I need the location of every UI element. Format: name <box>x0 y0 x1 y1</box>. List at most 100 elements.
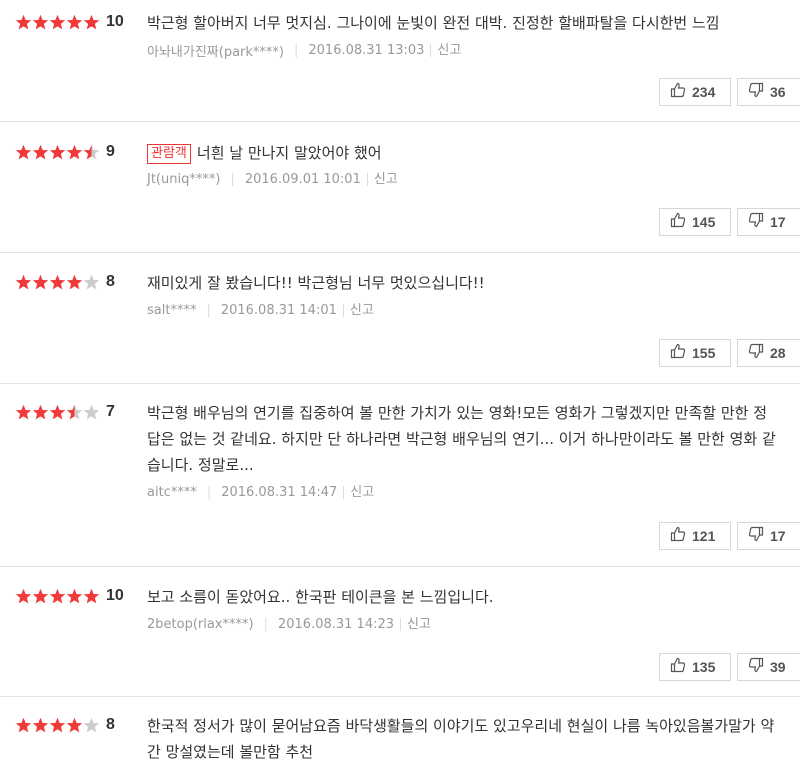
review-date: 2016.08.31 13:03 <box>308 43 425 58</box>
report-link[interactable]: 신고 <box>400 618 431 631</box>
review-date: 2016.08.31 14:47 <box>221 485 338 500</box>
thumbs-down-icon <box>748 212 770 232</box>
vote-actions: 121 17 <box>653 522 800 550</box>
dislike-count: 36 <box>770 84 786 100</box>
rating-score: 10 <box>15 587 124 605</box>
dislike-button[interactable]: 17 <box>737 522 800 550</box>
divider: | <box>206 303 211 318</box>
like-count: 234 <box>692 84 716 100</box>
star-icon <box>49 588 66 605</box>
review-user[interactable]: 2betop(rlax****) <box>147 617 254 632</box>
review-date: 2016.08.31 14:01 <box>220 303 337 318</box>
star-icon <box>66 717 83 734</box>
review-user[interactable]: Jt(uniq****) <box>147 172 220 187</box>
star-icon <box>15 404 32 421</box>
thumbs-up-icon <box>670 343 692 363</box>
dislike-count: 17 <box>770 214 786 230</box>
divider: | <box>294 43 299 58</box>
review-content: 박근형 배우님의 연기를 집중하여 볼 만한 가치가 있는 영화!모든 영화가 … <box>147 400 780 500</box>
review-item: 10 박근형 할아버지 너무 멋지심. 그나이에 눈빛이 완전 대박. 진정한 … <box>0 0 800 122</box>
review-item: 7 박근형 배우님의 연기를 집중하여 볼 만한 가치가 있는 영화!모든 영화… <box>0 384 800 567</box>
review-item: 9 관람객 너흰 날 만나지 말았어야 했어 Jt(uniq****) | 201… <box>0 122 800 253</box>
like-count: 155 <box>692 345 716 361</box>
thumbs-up-icon <box>670 212 692 232</box>
rating-score: 8 <box>15 273 115 291</box>
score-number: 8 <box>106 273 115 290</box>
star-icon <box>49 717 66 734</box>
report-link[interactable]: 신고 <box>342 304 374 317</box>
dislike-button[interactable]: 36 <box>737 78 800 106</box>
star-icon <box>66 274 83 291</box>
star-icon <box>66 404 83 421</box>
thumbs-down-icon <box>748 82 770 102</box>
report-link[interactable]: 신고 <box>343 486 374 499</box>
star-rating <box>15 588 100 605</box>
like-count: 121 <box>692 528 716 544</box>
vote-actions: 155 28 <box>653 339 800 367</box>
review-text: 박근형 할아버지 너무 멋지심. 그나이에 눈빛이 완전 대박. 진정한 할배파… <box>147 14 720 32</box>
divider: | <box>263 617 268 632</box>
review-text-line: 관람객 너흰 날 만나지 말았어야 했어 <box>147 140 780 166</box>
audience-badge: 관람객 <box>147 144 191 164</box>
dislike-count: 39 <box>770 659 786 675</box>
review-user[interactable]: salt**** <box>147 303 196 318</box>
star-rating <box>15 144 100 161</box>
dislike-button[interactable]: 28 <box>737 339 800 367</box>
review-text-line: 박근형 할아버지 너무 멋지심. 그나이에 눈빛이 완전 대박. 진정한 할배파… <box>147 10 780 36</box>
star-icon <box>83 588 100 605</box>
thumbs-up-icon <box>670 657 692 677</box>
star-icon <box>32 144 49 161</box>
review-date: 2016.09.01 10:01 <box>244 172 361 187</box>
review-date: 2016.08.31 14:23 <box>277 617 395 632</box>
review-user[interactable]: 아놔내가진짜(park****) <box>147 41 284 60</box>
review-meta: salt**** | 2016.08.31 14:01 신고 <box>147 303 374 318</box>
star-icon <box>83 14 100 31</box>
review-text-line: 한국적 정서가 많이 묻어남요즘 바닥생활들의 이야기도 있고우리네 현실이 나… <box>147 713 780 765</box>
star-icon <box>15 717 32 734</box>
like-button[interactable]: 155 <box>659 339 731 367</box>
divider: | <box>206 485 212 500</box>
star-icon <box>32 717 49 734</box>
star-icon <box>83 274 100 291</box>
vote-actions: 135 39 <box>653 653 800 681</box>
review-content: 한국적 정서가 많이 묻어남요즘 바닥생활들의 이야기도 있고우리네 현실이 나… <box>147 713 780 765</box>
star-rating <box>15 14 100 31</box>
star-icon <box>32 274 49 291</box>
star-icon <box>15 144 32 161</box>
dislike-button[interactable]: 39 <box>737 653 800 681</box>
review-text-line: 재미있게 잘 봤습니다!! 박근형님 너무 멋있으십니다!! <box>147 270 780 296</box>
thumbs-up-icon <box>670 82 692 102</box>
report-link[interactable]: 신고 <box>366 173 398 186</box>
thumbs-up-icon <box>670 526 692 546</box>
like-button[interactable]: 234 <box>659 78 731 106</box>
review-user[interactable]: aitc**** <box>147 485 197 500</box>
star-rating <box>15 717 100 734</box>
star-rating <box>15 404 100 421</box>
dislike-button[interactable]: 17 <box>737 208 800 236</box>
score-number: 8 <box>106 716 115 733</box>
score-number: 9 <box>106 143 115 160</box>
like-button[interactable]: 145 <box>659 208 731 236</box>
star-icon <box>49 144 66 161</box>
review-content: 박근형 할아버지 너무 멋지심. 그나이에 눈빛이 완전 대박. 진정한 할배파… <box>147 10 780 60</box>
like-button[interactable]: 121 <box>659 522 731 550</box>
score-number: 10 <box>106 587 124 604</box>
thumbs-down-icon <box>748 657 770 677</box>
rating-score: 7 <box>15 403 115 421</box>
star-icon <box>32 404 49 421</box>
star-rating <box>15 274 100 291</box>
rating-score: 9 <box>15 143 115 161</box>
review-text: 박근형 배우님의 연기를 집중하여 볼 만한 가치가 있는 영화!모든 영화가 … <box>147 404 776 474</box>
review-text: 한국적 정서가 많이 묻어남요즘 바닥생활들의 이야기도 있고우리네 현실이 나… <box>147 717 775 761</box>
review-item: 8 재미있게 잘 봤습니다!! 박근형님 너무 멋있으십니다!! salt***… <box>0 253 800 384</box>
star-icon <box>66 588 83 605</box>
star-icon <box>15 274 32 291</box>
report-link[interactable]: 신고 <box>430 44 461 57</box>
star-icon <box>66 14 83 31</box>
star-icon <box>15 588 32 605</box>
review-text-line: 박근형 배우님의 연기를 집중하여 볼 만한 가치가 있는 영화!모든 영화가 … <box>147 400 780 478</box>
like-button[interactable]: 135 <box>659 653 731 681</box>
rating-score: 8 <box>15 716 115 734</box>
star-icon <box>66 144 83 161</box>
review-meta: 2betop(rlax****) | 2016.08.31 14:23 신고 <box>147 617 431 632</box>
